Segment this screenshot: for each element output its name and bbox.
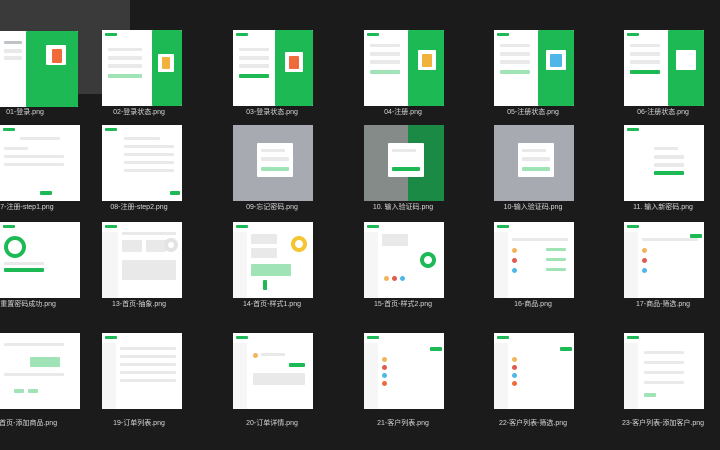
thumbnail-enter-code-2 — [494, 125, 574, 201]
file-tile[interactable]: 03-登录状态.png — [231, 0, 361, 116]
thumbnail-dashboard-abstract — [102, 222, 182, 298]
thumbnail-reset-success — [0, 222, 80, 298]
file-name: 20-订单详情.png — [246, 420, 298, 427]
file-tile[interactable]: 22-客户列表-筛选.png — [492, 305, 622, 427]
file-tile[interactable]: 23-客户列表-添加客户.png — [622, 305, 720, 427]
thumbnail-dashboard-add-product — [0, 333, 80, 409]
file-tile[interactable]: 04-注册.png — [362, 0, 492, 116]
thumbnail-forgot-password — [233, 125, 313, 201]
file-name: 21-客户列表.png — [377, 420, 429, 427]
thumbnail-products-filter — [624, 222, 704, 298]
file-tile[interactable]: 10. 输入验证码.png — [362, 95, 492, 211]
file-tile[interactable]: 14-首页-样式1.png — [231, 192, 361, 308]
file-tile[interactable]: 21-客户列表.png — [362, 305, 492, 427]
file-tile[interactable]: 20-订单详情.png — [231, 305, 361, 427]
thumbnail-products — [494, 222, 574, 298]
thumbnail-order-detail — [233, 333, 313, 409]
file-name: 23-客户列表-添加客户.png — [621, 420, 705, 427]
file-grid: 01-登录.png 02-登录状态.png 03-登录状态.png 04-注册.… — [0, 0, 720, 450]
file-tile[interactable]: 11. 输入新密码.png — [622, 95, 720, 211]
file-tile[interactable]: 19-订单列表.png — [100, 305, 230, 427]
thumbnail-customer-add — [624, 333, 704, 409]
thumbnail-new-password — [624, 125, 704, 201]
file-name: 19-订单列表.png — [113, 420, 165, 427]
thumbnail-enter-code — [364, 125, 444, 201]
file-tile[interactable]: 17-商品-筛选.png — [622, 192, 720, 308]
file-tile[interactable]: 08-注册-step2.png — [100, 95, 230, 211]
thumbnail-register-step2 — [102, 125, 182, 201]
thumbnail-register-step1 — [0, 125, 80, 201]
file-tile[interactable]: 05-注册状态.png — [492, 0, 622, 116]
thumbnail-dashboard-style2 — [364, 222, 444, 298]
file-tile[interactable]: 09-忘记密码.png — [231, 95, 361, 211]
thumbnail-order-list — [102, 333, 182, 409]
file-tile[interactable]: 02-登录状态.png — [100, 0, 230, 116]
thumbnail-customer-list — [364, 333, 444, 409]
file-tile[interactable]: 15-首页-样式2.png — [362, 192, 492, 308]
file-tile[interactable]: 13-首页-抽象.png — [100, 192, 230, 308]
file-tile[interactable]: 10-输入验证码.png — [492, 95, 622, 211]
thumbnail-customer-list-filter — [494, 333, 574, 409]
file-tile[interactable]: 16-商品.png — [492, 192, 622, 308]
file-tile[interactable]: 06-注册状态.png — [622, 0, 720, 116]
file-name: 22-客户列表-筛选.png — [498, 420, 568, 427]
thumbnail-dashboard-style1 — [233, 222, 313, 298]
